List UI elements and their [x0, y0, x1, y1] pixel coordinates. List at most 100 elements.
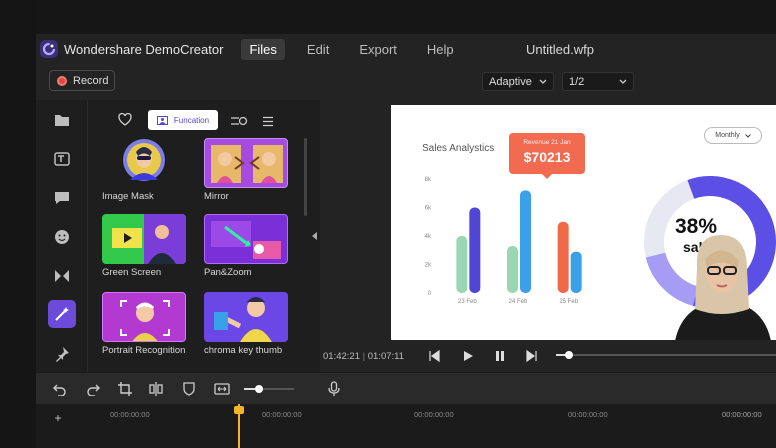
record-label: Record: [73, 74, 109, 87]
favorites-heart-icon[interactable]: [118, 112, 132, 131]
y-tick-label: 8k: [425, 177, 432, 183]
menu-help[interactable]: Help: [419, 39, 462, 60]
timeline[interactable]: + 00:00:00:00 00:00:00:00 00:00:00:00 00:00…: [36, 404, 776, 448]
document-title: Untitled.wfp: [526, 42, 594, 57]
image-mask-label: Image Mask: [102, 191, 154, 202]
playhead-handle[interactable]: [234, 406, 244, 414]
bar-24-feb-s0: [507, 245, 518, 293]
app-root: Wondershare DemoCreator Files Edit Expor…: [0, 0, 776, 448]
playback-progress-knob[interactable]: [565, 351, 574, 359]
microphone-icon[interactable]: [328, 381, 340, 402]
collapse-panel-arrow-icon[interactable]: [312, 232, 317, 240]
undo-icon[interactable]: [53, 382, 67, 401]
play-icon[interactable]: [462, 349, 474, 367]
y-tick-label: 2k: [425, 263, 432, 269]
timeline-tick-label: 00:00:00:00: [262, 410, 302, 419]
time-total-value: 01:07:11: [367, 351, 405, 362]
effect-card-green-screen[interactable]: Green Screen: [102, 214, 186, 278]
add-track-icon[interactable]: +: [52, 412, 64, 424]
effect-card-mirror[interactable]: Mirror: [204, 138, 288, 202]
skip-back-icon[interactable]: [428, 349, 440, 367]
webcam-presenter-image: [675, 235, 771, 340]
playback-progress-track[interactable]: [556, 351, 776, 359]
playhead[interactable]: [234, 404, 244, 448]
chevron-down-icon: [619, 79, 627, 84]
panel-tabs: Funcation: [96, 110, 316, 132]
tab-funcation-label: Funcation: [173, 115, 210, 125]
timeline-zoom-slider[interactable]: [244, 385, 294, 393]
pause-icon[interactable]: [494, 349, 506, 367]
menu-bar: Files Edit Export Help: [241, 38, 475, 60]
view-mode-select[interactable]: Adaptive: [482, 72, 554, 91]
pan-zoom-thumbnail: [204, 214, 288, 264]
view-mode-value: Adaptive: [489, 75, 532, 88]
split-icon[interactable]: [149, 382, 163, 401]
bar-25-feb-s1: [570, 251, 582, 293]
title-bar: Wondershare DemoCreator Files Edit Expor…: [36, 34, 776, 64]
record-dot-icon: [57, 75, 67, 86]
green-screen-thumbnail: [102, 214, 186, 264]
mirror-label: Mirror: [204, 191, 229, 202]
list-menu-icon[interactable]: [262, 114, 274, 132]
zoom-value: 1/2: [569, 75, 585, 88]
slide-title: Sales Analystics: [422, 143, 495, 154]
preview-area: Sales Analystics Revenue 21 Jan $70213 0…: [320, 100, 776, 372]
tab-funcation[interactable]: Funcation: [148, 110, 218, 130]
x-tick-label: 24 Feb: [509, 299, 528, 305]
bar-23-feb-s0: [456, 236, 468, 293]
timeline-tick-label: 00:00:00:00: [722, 410, 762, 419]
chevron-down-icon: [539, 79, 547, 84]
chroma-key-thumbnail: [204, 292, 288, 342]
rail-pin-icon[interactable]: [50, 342, 74, 366]
filter-toggle-icon[interactable]: [230, 114, 248, 132]
redo-icon[interactable]: [86, 382, 100, 401]
chroma-key-label: chroma key thumb: [204, 345, 283, 356]
effect-card-portrait-recognition[interactable]: Portrait Recognition: [102, 292, 186, 356]
x-tick-label: 23 Feb: [458, 299, 477, 305]
rail-annotation-icon[interactable]: [50, 186, 74, 210]
pan-zoom-label: Pan&Zoom: [204, 267, 252, 278]
revenue-tooltip-label: Revenue 21 Jan: [523, 139, 571, 146]
y-tick-label: 6k: [425, 206, 432, 212]
rail-media-folder-icon[interactable]: [50, 108, 74, 132]
preview-canvas[interactable]: Sales Analystics Revenue 21 Jan $70213 0…: [391, 105, 776, 340]
time-current: 01:42:21 | 01:07:11: [323, 351, 404, 362]
app-logo-icon: [40, 40, 58, 58]
rail-text-icon[interactable]: [50, 147, 74, 171]
timeline-zoom-knob[interactable]: [255, 385, 263, 393]
fit-width-icon[interactable]: [214, 382, 230, 401]
timeline-tick-label: 00:00:00:00: [414, 410, 454, 419]
portrait-recognition-thumbnail: [102, 292, 186, 342]
rail-transition-icon[interactable]: [50, 264, 74, 288]
zoom-select[interactable]: 1/2: [562, 72, 634, 91]
revenue-tooltip-value: $70213: [523, 149, 571, 165]
menu-files[interactable]: Files: [241, 38, 285, 60]
bar-23-feb-s1: [469, 207, 481, 293]
effect-card-pan-zoom[interactable]: Pan&Zoom: [204, 214, 288, 278]
bar-25-feb-s0: [557, 221, 569, 293]
x-tick-label: 25 Feb: [559, 299, 578, 305]
menu-export[interactable]: Export: [351, 39, 405, 60]
rail-sticker-icon[interactable]: [50, 225, 74, 249]
effect-card-chroma-key[interactable]: chroma key thumb: [204, 292, 288, 356]
shield-mark-icon[interactable]: [183, 382, 195, 401]
portrait-recognition-label: Portrait Recognition: [102, 345, 186, 356]
timeline-tick-label: 00:00:00:00: [110, 410, 150, 419]
rail-effects-wand-icon[interactable]: [48, 300, 76, 328]
chevron-down-icon: [744, 133, 751, 138]
image-mask-thumbnail: [102, 138, 186, 188]
skip-forward-icon[interactable]: [526, 349, 538, 367]
effect-card-image-mask[interactable]: Image Mask: [102, 138, 186, 202]
monthly-dropdown[interactable]: Monthly: [704, 127, 762, 144]
portrait-icon: [156, 115, 168, 125]
main-window: Wondershare DemoCreator Files Edit Expor…: [36, 34, 776, 448]
menu-edit[interactable]: Edit: [299, 39, 337, 60]
category-rail: [36, 100, 88, 372]
crop-icon[interactable]: [118, 382, 132, 401]
record-button[interactable]: Record: [49, 70, 115, 91]
green-screen-label: Green Screen: [102, 267, 162, 278]
timeline-toolbar: [36, 372, 776, 404]
panel-scrollbar[interactable]: [304, 138, 307, 216]
resource-panel: Funcation Image Mask Mirror Green Screen…: [36, 100, 320, 372]
timeline-tick-label: 00:00:00:00: [568, 410, 608, 419]
